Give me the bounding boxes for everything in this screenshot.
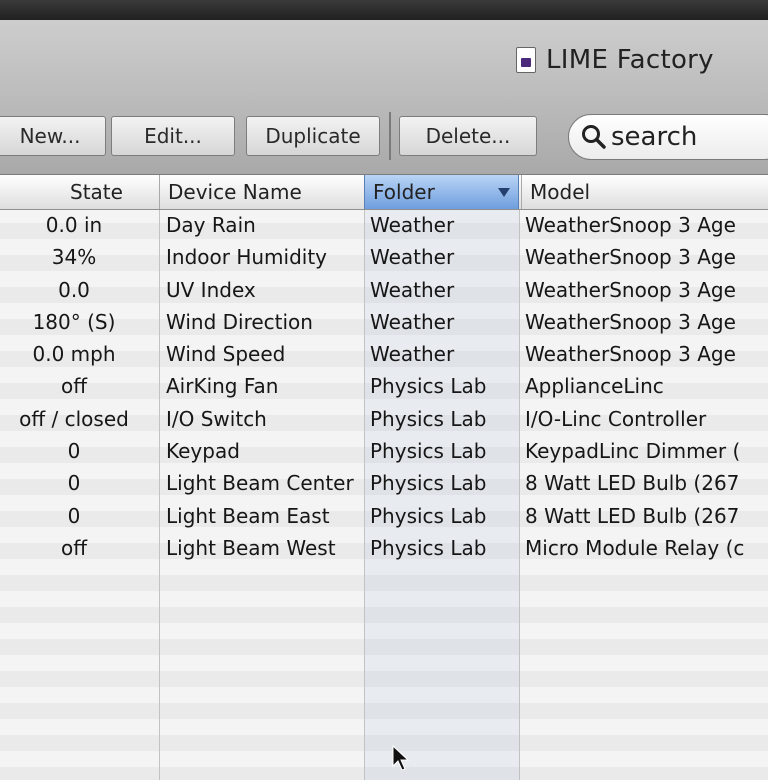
window-title: LIME Factory [546,45,714,75]
cell-folder: Weather [370,309,455,334]
cell-state: off [60,374,87,399]
table-row[interactable]: 0.0 mph Wind Speed Weather WeatherSnoop 3 A… [0,338,768,370]
cell-model: 8 Watt LED Bulb (267 [525,503,740,528]
cell-model: Micro Module Relay (c [525,535,745,560]
table-body: 0.0 in Day Rain Weather WeatherSnoop 3 Age … [0,209,768,564]
column-header-state[interactable]: State [0,175,159,209]
cell-model: 8 Watt LED Bulb (267 [525,471,740,496]
cell-state: 0.0 in [45,213,103,237]
duplicate-button[interactable]: Duplicate [246,116,380,156]
cell-folder: Physics Lab [370,471,487,496]
cell-folder: Weather [370,213,455,237]
cell-model: WeatherSnoop 3 Age [525,309,736,334]
toolbar-divider [389,112,391,160]
cell-folder: Weather [370,245,455,270]
cell-device-name: Wind Direction [166,309,313,334]
column-header-folder[interactable]: Folder [364,175,519,209]
table-row[interactable]: 0.0 UV Index Weather WeatherSnoop 3 Age [0,274,768,306]
cell-model: KeypadLinc Dimmer ( [525,439,741,464]
cell-folder: Physics Lab [370,439,487,464]
cell-folder: Physics Lab [370,503,487,528]
delete-button[interactable]: Delete... [399,116,537,156]
cell-model: WeatherSnoop 3 Age [525,277,736,302]
title-bar: LIME Factory [0,20,768,92]
toolbar: New... Edit... Duplicate Delete... searc… [0,92,768,175]
cell-model: WeatherSnoop 3 Age [525,245,736,270]
cell-folder: Physics Lab [370,535,487,560]
edit-button[interactable]: Edit... [111,116,235,156]
search-placeholder: search [611,122,698,152]
cell-state: 0.0 mph [32,342,116,367]
new-button[interactable]: New... [0,116,106,156]
table-row[interactable]: 0 Light Beam Center Physics Lab 8 Watt LED … [0,467,768,499]
cell-state: off [60,535,87,560]
table-row[interactable]: off / closed I/O Switch Physics Lab I/O-Lin… [0,403,768,435]
cell-state: 0 [67,471,81,496]
table-row[interactable]: 34% Indoor Humidity Weather WeatherSnoop 3 … [0,241,768,273]
table-row[interactable]: 180° (S) Wind Direction Weather WeatherSnoo… [0,306,768,338]
cell-folder: Physics Lab [370,406,487,431]
table-row[interactable]: off Light Beam West Physics Lab Micro Modul… [0,532,768,564]
cell-folder: Physics Lab [370,374,487,399]
cell-device-name: UV Index [166,277,256,302]
document-icon [516,47,536,73]
cell-model: WeatherSnoop 3 Age [525,213,736,237]
menu-bar [0,0,768,22]
table-row[interactable]: 0 Light Beam East Physics Lab 8 Watt LED Bu… [0,500,768,532]
cell-state: 0 [67,503,81,528]
cell-device-name: Indoor Humidity [166,245,328,270]
column-header-device-name[interactable]: Device Name [159,175,364,209]
device-table: State Device Name Folder Model 0.0 in Day… [0,175,768,780]
cell-model: ApplianceLinc [525,374,664,399]
cell-state: 0 [67,439,81,464]
cell-device-name: Wind Speed [166,342,286,367]
search-input[interactable]: search [568,114,768,160]
cell-state: 180° (S) [32,309,116,334]
cell-device-name: Light Beam East [166,503,330,528]
column-header-model[interactable]: Model [521,175,768,209]
cell-model: I/O-Linc Controller [525,406,707,431]
sort-descending-icon [498,188,510,197]
cell-device-name: AirKing Fan [166,374,279,399]
cell-device-name: Light Beam West [166,535,336,560]
cell-device-name: Light Beam Center [166,471,354,496]
column-header-folder-label: Folder [373,180,435,204]
cell-state: 0.0 [58,277,90,302]
cell-device-name: Keypad [166,439,240,464]
cell-folder: Weather [370,277,455,302]
app-window: LIME Factory New... Edit... Duplicate De… [0,20,768,780]
cell-device-name: Day Rain [166,213,256,237]
cell-state: off / closed [19,406,129,431]
cell-folder: Weather [370,342,455,367]
table-header: State Device Name Folder Model [0,175,768,210]
title-area: LIME Factory [516,42,714,78]
cell-model: WeatherSnoop 3 Age [525,342,736,367]
cell-state: 34% [51,245,97,270]
cell-device-name: I/O Switch [166,406,267,431]
mouse-cursor-icon [392,745,410,771]
table-row[interactable]: off AirKing Fan Physics Lab ApplianceLinc [0,370,768,402]
table-row[interactable]: 0 Keypad Physics Lab KeypadLinc Dimmer ( [0,435,768,467]
search-icon [582,125,606,149]
table-row[interactable]: 0.0 in Day Rain Weather WeatherSnoop 3 Age [0,209,768,241]
